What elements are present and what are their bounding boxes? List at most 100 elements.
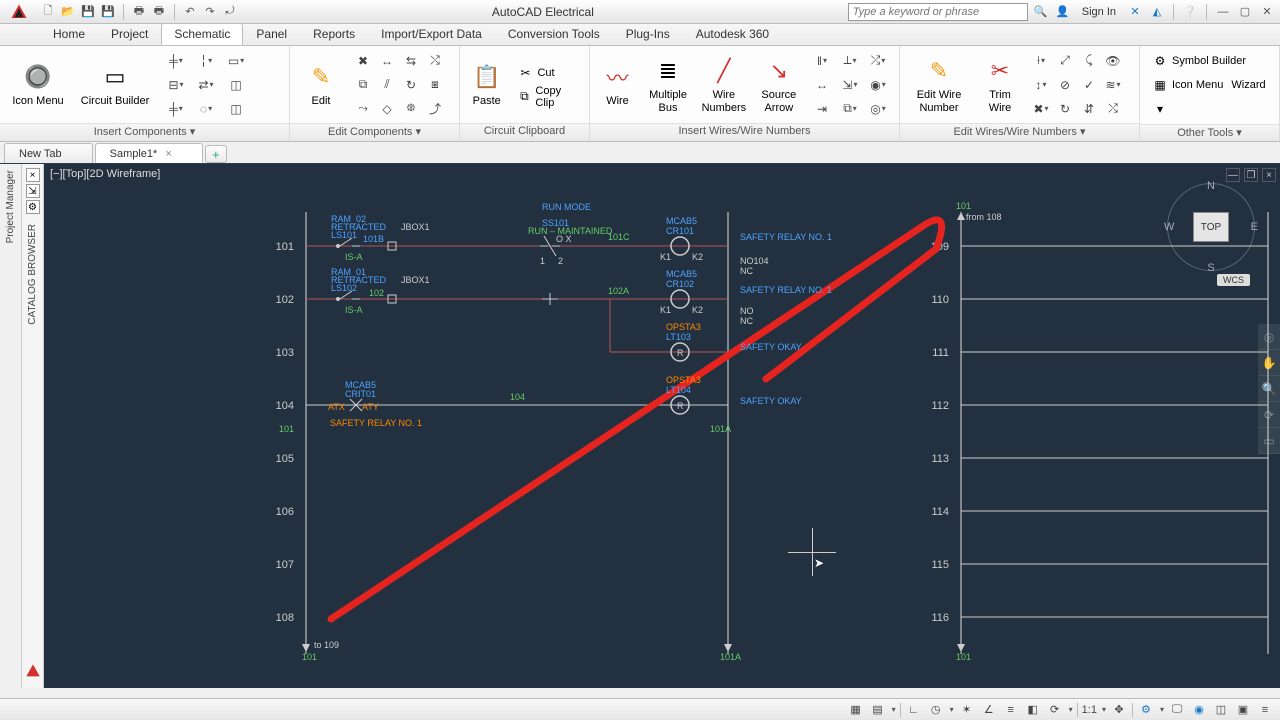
otrack-icon[interactable]: ∠ xyxy=(980,701,998,719)
ribbon-tab-import-export-data[interactable]: Import/Export Data xyxy=(368,23,495,45)
app-menu-icon[interactable] xyxy=(4,2,34,22)
terminal-dd-icon[interactable]: ╪▾ xyxy=(162,98,190,120)
delete-wn-icon[interactable]: ✖▾ xyxy=(1030,98,1052,120)
dashed-link-icon[interactable]: ╎▾ xyxy=(192,50,220,72)
ribbon-tab-conversion-tools[interactable]: Conversion Tools xyxy=(495,23,613,45)
help-icon[interactable]: ❔ xyxy=(1181,3,1199,21)
ribbon-tab-reports[interactable]: Reports xyxy=(300,23,368,45)
copy-wn-icon[interactable]: ⧉▾ xyxy=(837,98,863,120)
flip-icon[interactable]: ⤮▾ xyxy=(865,50,891,72)
databases-button[interactable]: ▾ xyxy=(1148,98,1172,120)
link-icon[interactable]: ⇄▾ xyxy=(192,74,220,96)
hide-icon[interactable]: ⊘ xyxy=(1054,74,1076,96)
toggle-no-nc-icon[interactable]: ◇ xyxy=(376,98,398,120)
edit-component-button[interactable]: ✎Edit xyxy=(298,61,344,107)
open-icon[interactable]: 📂 xyxy=(60,4,76,20)
plot-icon[interactable]: 🖶 xyxy=(131,4,147,20)
multiple-bus-button[interactable]: ≣Multiple Bus xyxy=(645,55,691,113)
osnap-icon[interactable]: ✶ xyxy=(958,701,976,719)
drawing-canvas[interactable]: [−][Top][2D Wireframe] — ❐ × TOP N S E W… xyxy=(44,164,1280,688)
panel-title-edit-wires[interactable]: Edit Wires/Wire Numbers ▾ xyxy=(900,123,1139,141)
panel-title-insert-components[interactable]: Insert Components ▾ xyxy=(0,123,289,141)
hardware-accel-icon[interactable]: ◉ xyxy=(1190,701,1208,719)
fix-icon[interactable]: ⟊▾ xyxy=(1030,50,1052,72)
paste-button[interactable]: 📋Paste xyxy=(468,61,505,107)
plot-preview-icon[interactable]: 🖶 xyxy=(151,4,167,20)
attribute-icon[interactable]: ᪥ xyxy=(400,98,422,120)
monitor-icon[interactable]: 🖵 xyxy=(1168,701,1186,719)
scoot-icon[interactable]: ⇆ xyxy=(400,50,422,72)
location-box-icon[interactable]: ▭▾ xyxy=(222,50,250,72)
stretch-icon[interactable]: ⤢ xyxy=(1054,50,1076,72)
document-tab-newtab[interactable]: New Tab xyxy=(4,143,93,163)
delete-comp-icon[interactable]: ✖ xyxy=(352,50,374,72)
palette-pin-icon[interactable]: ⇲ xyxy=(26,184,40,198)
xref-icon[interactable]: ⧆ xyxy=(424,74,446,96)
catalog-browser-palette[interactable]: × ⇲ ⚙ CATALOG BROWSER xyxy=(22,164,44,688)
ladder-icon[interactable]: ‖▾ xyxy=(809,50,835,72)
workspace-icon[interactable]: ⚙ xyxy=(1137,701,1155,719)
internal-jumper-icon[interactable]: ⤳ xyxy=(352,98,374,120)
selection-cycling-icon[interactable]: ⟳ xyxy=(1046,701,1064,719)
new-icon[interactable]: 🗋 xyxy=(40,4,56,20)
other-icon-menu-button[interactable]: ▦Icon Menu xyxy=(1152,74,1223,96)
ribbon-tab-home[interactable]: Home xyxy=(40,23,98,45)
pins-icon[interactable]: ╪▾ xyxy=(162,50,190,72)
grid-icon[interactable]: ▤ xyxy=(869,701,887,719)
transparency-icon[interactable]: ◧ xyxy=(1024,701,1042,719)
multi-marker-icon[interactable]: ◎▾ xyxy=(865,98,891,120)
project-nav-icon[interactable]: ⤾ xyxy=(222,4,238,20)
document-tab-sample[interactable]: Sample1*× xyxy=(95,143,203,163)
isolate-icon[interactable]: ◫ xyxy=(1212,701,1230,719)
wire-numbers-button[interactable]: ╱Wire Numbers xyxy=(699,55,749,113)
source-arrow-button[interactable]: ↘Source Arrow xyxy=(757,55,801,113)
circuit-builder-button[interactable]: ▭Circuit Builder xyxy=(76,61,154,107)
swap-wire-icon[interactable]: ↔ xyxy=(809,74,835,96)
clean-screen-icon[interactable]: ▣ xyxy=(1234,701,1252,719)
annotation-icon[interactable]: ✥ xyxy=(1110,701,1128,719)
dot-icon[interactable]: ◌▾ xyxy=(192,98,220,120)
marker-icon[interactable]: ◉▾ xyxy=(865,74,891,96)
move-wn-icon[interactable]: ↕▾ xyxy=(1030,74,1052,96)
lineweight-icon[interactable]: ≡ xyxy=(1002,701,1020,719)
surf-icon[interactable]: ⤴ xyxy=(424,98,446,120)
symbol-builder-button[interactable]: ⚙Symbol Builder xyxy=(1148,50,1250,72)
palette-close-icon[interactable]: × xyxy=(26,168,40,182)
ribbon-tab-plug-ins[interactable]: Plug-Ins xyxy=(613,23,683,45)
swap-icon[interactable]: ⤭ xyxy=(424,50,446,72)
copy-clip-button[interactable]: ⧉Copy Clip xyxy=(513,86,581,108)
maximize-icon[interactable]: ▢ xyxy=(1236,3,1254,21)
align-icon[interactable]: ⫽ xyxy=(376,74,398,96)
ribbon-tab-autodesk-[interactable]: Autodesk 360 xyxy=(683,23,782,45)
exchange-icon[interactable]: ✕ xyxy=(1126,3,1144,21)
show-icon[interactable]: 👁 xyxy=(1102,50,1124,72)
ribbon-tab-panel[interactable]: Panel xyxy=(243,23,300,45)
annotation-scale[interactable]: 1:1 xyxy=(1082,704,1097,716)
copy-comp-icon[interactable]: ⧉ xyxy=(352,74,374,96)
saveas-icon[interactable]: 💾 xyxy=(100,4,116,20)
redo-icon[interactable]: ↷ xyxy=(202,4,218,20)
check-icon[interactable]: ✓ xyxy=(1078,74,1100,96)
model-space-icon[interactable]: ▦ xyxy=(847,701,865,719)
scoot-wn-icon[interactable]: ⤭ xyxy=(1102,98,1124,120)
search-icon[interactable]: 🔍 xyxy=(1032,3,1050,21)
save-icon[interactable]: 💾 xyxy=(80,4,96,20)
insert-saved-icon[interactable]: ◫ xyxy=(222,98,250,120)
cable-icon[interactable]: ⇥ xyxy=(809,98,835,120)
project-manager-palette[interactable]: Project Manager xyxy=(0,164,22,688)
connector-icon[interactable]: ⊟▾ xyxy=(162,74,190,96)
wire-type-icon[interactable]: ≋▾ xyxy=(1102,74,1124,96)
leader-icon[interactable]: ⇲▾ xyxy=(837,74,863,96)
panel-title-other-tools[interactable]: Other Tools ▾ xyxy=(1140,124,1279,141)
ribbon-tab-schematic[interactable]: Schematic xyxy=(161,23,243,45)
retag-icon[interactable]: ↻ xyxy=(400,74,422,96)
close-icon[interactable]: ✕ xyxy=(1258,3,1276,21)
panel-title-edit-components[interactable]: Edit Components ▾ xyxy=(290,123,459,141)
move-comp-icon[interactable]: ↔ xyxy=(376,50,398,72)
search-input[interactable] xyxy=(848,3,1028,21)
wire-button[interactable]: 〰Wire xyxy=(598,61,637,107)
cut-button[interactable]: ✂Cut xyxy=(513,62,581,84)
autodesk-icon[interactable]: ◭ xyxy=(1148,3,1166,21)
sign-in-link[interactable]: Sign In xyxy=(1076,6,1122,18)
update-icon[interactable]: ↻ xyxy=(1054,98,1076,120)
